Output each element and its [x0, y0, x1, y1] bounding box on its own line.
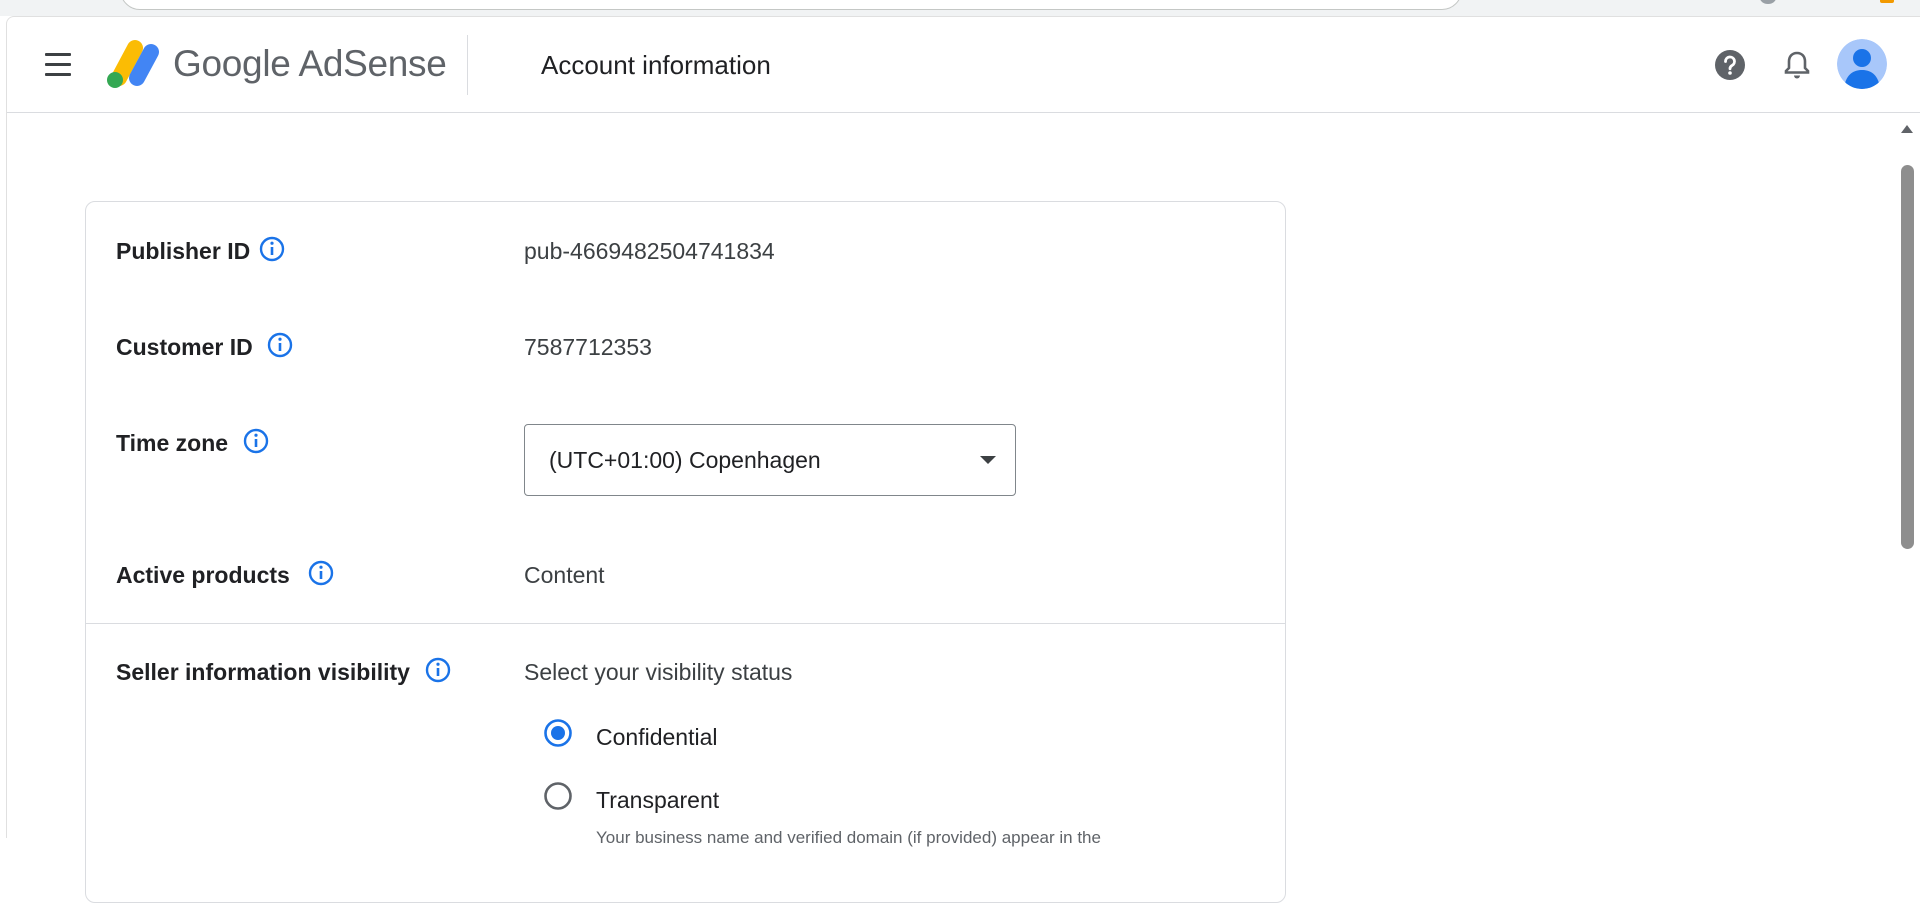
- time-zone-select[interactable]: (UTC+01:00) Copenhagen: [524, 424, 1016, 496]
- help-icon: [1715, 50, 1745, 80]
- notifications-button[interactable]: [1779, 47, 1815, 83]
- scrollbar-thumb[interactable]: [1901, 165, 1914, 549]
- info-icon[interactable]: [266, 331, 294, 359]
- seller-visibility-label: Seller information visibility: [116, 659, 410, 685]
- info-icon[interactable]: [258, 235, 286, 263]
- browser-address-bar[interactable]: [120, 0, 1462, 10]
- brand-product: AdSense: [298, 43, 447, 84]
- time-zone-selected-value: (UTC+01:00) Copenhagen: [549, 447, 821, 473]
- adsense-app: Google AdSense Account information Publi…: [6, 16, 1920, 903]
- main-menu-button[interactable]: [37, 49, 77, 81]
- customer-id-label: Customer ID: [116, 334, 253, 360]
- avatar-icon: [1837, 39, 1887, 89]
- customer-id-value: 7587712353: [524, 334, 652, 360]
- browser-extension-icon[interactable]: [1880, 0, 1894, 3]
- info-icon[interactable]: [424, 656, 452, 684]
- scrollbar-up-arrow[interactable]: [1901, 125, 1913, 133]
- info-icon[interactable]: [242, 427, 270, 455]
- account-info-card: Publisher ID pub-4669482504741834 Custom…: [85, 201, 1286, 903]
- menu-icon-line: [45, 63, 71, 66]
- header-divider: [467, 35, 468, 95]
- radio-transparent-label[interactable]: Transparent: [596, 787, 719, 814]
- visibility-prompt: Select your visibility status: [524, 659, 793, 685]
- adsense-logo-icon: [107, 40, 159, 88]
- brand-name: Google AdSense: [173, 43, 447, 85]
- help-button[interactable]: [1712, 47, 1748, 83]
- bell-icon: [1784, 51, 1810, 79]
- publisher-id-label: Publisher ID: [116, 238, 251, 264]
- publisher-id-value: pub-4669482504741834: [524, 238, 775, 264]
- menu-icon-line: [45, 53, 71, 56]
- transparent-help-text: Your business name and verified domain (…: [596, 828, 1101, 847]
- active-products-value: Content: [524, 562, 605, 588]
- section-divider: [86, 623, 1285, 624]
- dropdown-arrow-icon: [980, 456, 996, 464]
- menu-icon-line: [45, 73, 71, 76]
- active-products-label: Active products: [116, 562, 290, 588]
- top-app-bar: Google AdSense Account information: [7, 17, 1920, 113]
- radio-transparent[interactable]: [543, 781, 573, 811]
- account-avatar[interactable]: [1837, 39, 1887, 89]
- info-icon[interactable]: [307, 559, 335, 587]
- radio-confidential[interactable]: [543, 718, 573, 748]
- radio-confidential-label[interactable]: Confidential: [596, 724, 717, 751]
- brand-google: Google: [173, 43, 291, 84]
- page-title: Account information: [541, 50, 771, 80]
- time-zone-label: Time zone: [116, 430, 229, 456]
